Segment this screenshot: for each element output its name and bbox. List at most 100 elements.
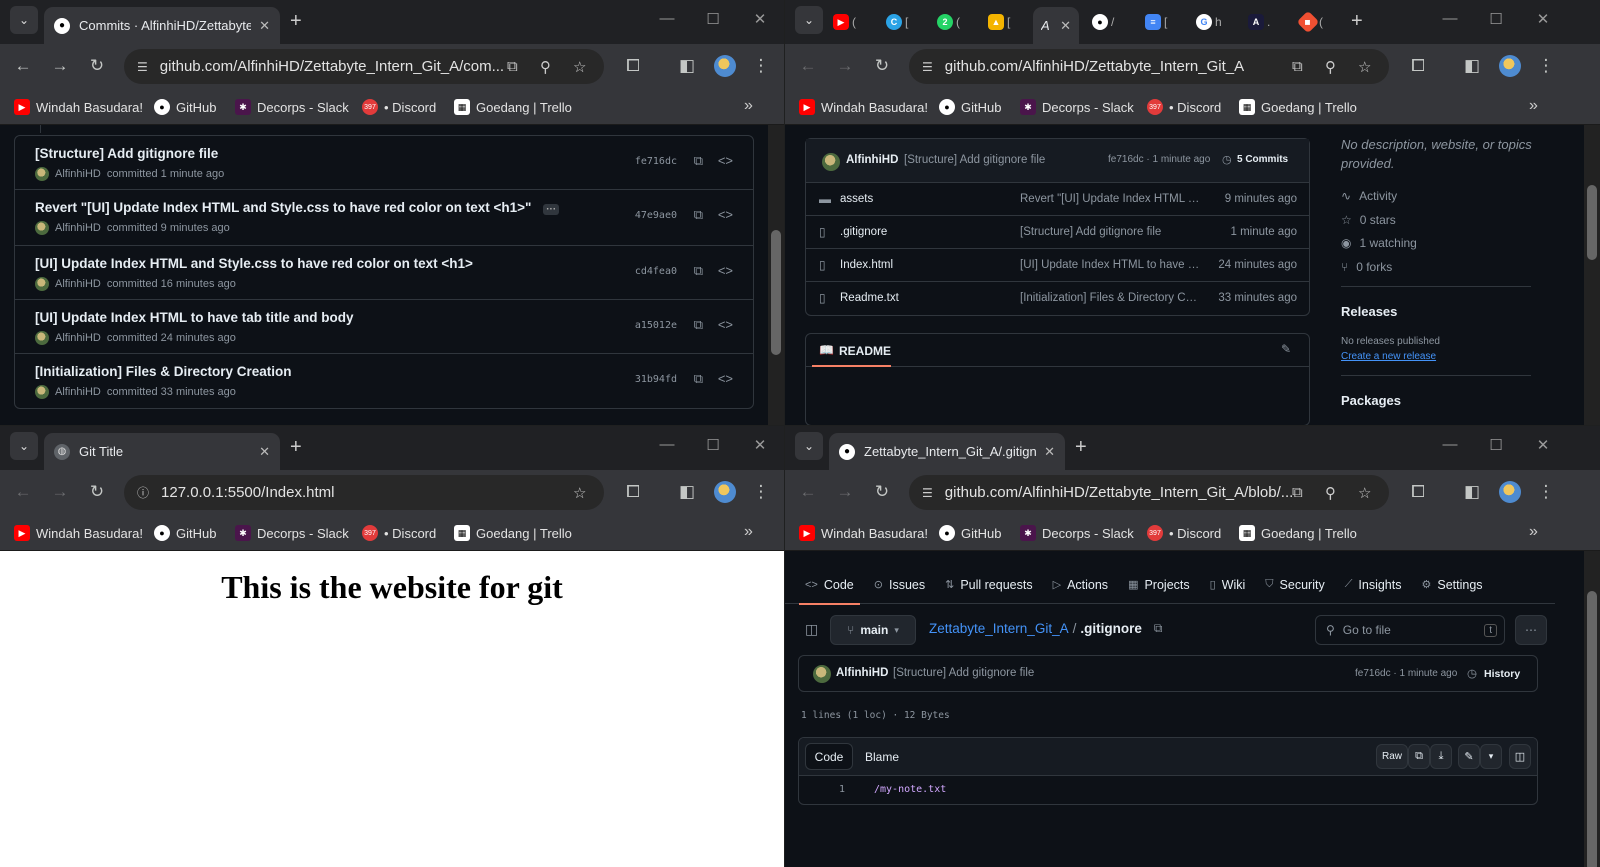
browse-code-icon[interactable]: <> <box>718 153 733 168</box>
reload-icon[interactable]: ↻ <box>86 56 108 76</box>
file-commit-message[interactable]: [UI] Update Index HTML to have tab title… <box>1020 259 1200 271</box>
scrollbar-thumb[interactable] <box>1587 185 1597 260</box>
address-bar[interactable]: ☰ github.com/AlfinhiHD/Zettabyte_Intern_… <box>124 49 604 84</box>
tab-search-button[interactable]: ⌄ <box>795 432 823 460</box>
edit-icon[interactable]: ✎ <box>1458 744 1480 769</box>
file-name[interactable]: .gitignore <box>840 226 887 238</box>
bookmark-slack[interactable]: ✱ Decorps - Slack <box>1020 99 1134 115</box>
bookmark-star-icon[interactable]: ☆ <box>1358 484 1371 502</box>
download-icon[interactable]: ⤓ <box>1430 744 1452 769</box>
nav-code[interactable]: <> Code <box>799 566 860 605</box>
scrollbar-thumb[interactable] <box>771 230 781 355</box>
sidebar-toggle-icon[interactable]: ◫ <box>805 621 818 638</box>
minimize-button[interactable]: — <box>1440 436 1460 453</box>
scrollbar[interactable] <box>1584 551 1600 867</box>
close-tab-icon[interactable]: ✕ <box>1060 18 1071 34</box>
tab-repo[interactable]: A ✕ <box>1033 7 1079 44</box>
stat-watching[interactable]: ◉ 1 watching <box>1341 236 1417 250</box>
file-row[interactable]: ▯ Readme.txt [Initialization] Files & Dire… <box>806 282 1309 315</box>
bookmark-trello[interactable]: ▦ Goedang | Trello <box>454 525 572 541</box>
more-bookmarks-icon[interactable]: » <box>1529 97 1538 115</box>
back-icon[interactable]: ← <box>12 482 34 502</box>
latest-commit-meta[interactable]: fe716dc · 1 minute ago <box>1108 154 1210 165</box>
site-info-icon[interactable]: ☰ <box>137 60 148 74</box>
tab-search-button[interactable]: ⌄ <box>795 6 823 34</box>
nav-security[interactable]: ⛉ Security <box>1265 566 1324 604</box>
copy-icon[interactable]: ⧉ <box>694 207 703 223</box>
latest-commit-author[interactable]: AlfinhiHD <box>846 154 898 166</box>
stat-stars[interactable]: ☆ 0 stars <box>1341 213 1396 227</box>
bookmark-trello[interactable]: ▦ Goedang | Trello <box>454 99 572 115</box>
nav-issues[interactable]: ⊙ Issues <box>874 566 925 604</box>
stat-activity[interactable]: ∿ Activity <box>1341 189 1397 203</box>
commit-row[interactable]: Revert "[UI] Update Index HTML and Style… <box>15 190 753 246</box>
commit-author[interactable]: AlfinhiHD <box>55 332 101 344</box>
commit-row[interactable]: [UI] Update Index HTML and Style.css to … <box>15 246 753 300</box>
commit-sha[interactable]: cd4fea0 <box>635 266 677 277</box>
commit-sha[interactable]: 47e9ae0 <box>635 210 677 221</box>
back-icon[interactable]: ← <box>797 482 819 502</box>
extensions-icon[interactable]: ⧠ <box>622 482 644 502</box>
copy-icon[interactable]: ⧉ <box>694 263 703 279</box>
commit-sha[interactable]: a15012e <box>635 320 677 331</box>
copy-path-icon[interactable]: ⧉ <box>1154 621 1163 636</box>
forward-icon[interactable]: → <box>834 482 856 502</box>
profile-avatar[interactable] <box>714 55 736 77</box>
file-row[interactable]: ▬ assets Revert "[UI] Update Index HTML an… <box>806 183 1309 216</box>
reload-icon[interactable]: ↻ <box>86 482 108 502</box>
nav-pull-requests[interactable]: ⇅ Pull requests <box>945 566 1032 604</box>
install-icon[interactable]: ⧉ <box>1292 58 1303 75</box>
side-panel-icon[interactable]: ◧ <box>676 482 698 502</box>
history-link[interactable]: History <box>1484 668 1520 680</box>
expand-message-button[interactable]: ··· <box>543 204 560 215</box>
scrollbar[interactable] <box>1584 125 1600 425</box>
copy-icon[interactable]: ⧉ <box>694 317 703 333</box>
more-options-button[interactable]: ⋯ <box>1515 615 1547 645</box>
more-bookmarks-icon[interactable]: » <box>744 97 753 115</box>
breadcrumb-repo[interactable]: Zettabyte_Intern_Git_A <box>929 621 1069 636</box>
address-bar[interactable]: ⓘ 127.0.0.1:5500/Index.html ☆ <box>124 475 604 510</box>
maximize-button[interactable]: ☐ <box>703 10 723 28</box>
zoom-icon[interactable]: ⚲ <box>1325 58 1336 76</box>
commit-author[interactable]: AlfinhiHD <box>55 386 101 398</box>
address-bar[interactable]: ☰ github.com/AlfinhiHD/Zettabyte_Intern_… <box>909 49 1389 84</box>
edit-icon[interactable]: ✎ <box>1281 342 1291 356</box>
bookmark-discord[interactable]: 397 • Discord <box>362 525 436 541</box>
scrollbar-thumb[interactable] <box>1587 591 1597 867</box>
tab-google[interactable]: Gh <box>1196 9 1222 35</box>
install-icon[interactable]: ⧉ <box>507 58 518 75</box>
bookmark-discord[interactable]: 397 • Discord <box>1147 99 1221 115</box>
bookmark-youtube[interactable]: ▶ Windah Basudara! <box>14 99 143 115</box>
minimize-button[interactable]: — <box>657 10 677 27</box>
tab-git[interactable]: ◆( <box>1296 9 1323 35</box>
file-name[interactable]: assets <box>840 193 873 205</box>
file-commit-message[interactable]: [Structure] Add gitignore file <box>1020 226 1200 238</box>
symbols-panel-icon[interactable]: ◫ <box>1509 744 1531 769</box>
menu-icon[interactable]: ⋮ <box>1535 56 1557 76</box>
nav-insights[interactable]: ⟋ Insights <box>1345 566 1402 604</box>
commit-sha[interactable]: 31b94fd <box>635 374 677 385</box>
tab-gitignore[interactable]: ● Zettabyte_Intern_Git_A/.gitignore ✕ <box>829 433 1065 470</box>
menu-icon[interactable]: ⋮ <box>750 56 772 76</box>
extensions-icon[interactable]: ⧠ <box>1407 482 1429 502</box>
browse-code-icon[interactable]: <> <box>718 207 733 222</box>
zoom-icon[interactable]: ⚲ <box>1325 484 1336 502</box>
bookmark-github[interactable]: ● GitHub <box>939 525 1001 541</box>
packages-heading[interactable]: Packages <box>1341 393 1401 408</box>
close-tab-icon[interactable]: ✕ <box>259 444 270 460</box>
releases-heading[interactable]: Releases <box>1341 304 1397 319</box>
minimize-button[interactable]: — <box>1440 10 1460 27</box>
close-window-button[interactable]: ✕ <box>750 10 770 28</box>
commit-row[interactable]: [Initialization] Files & Directory Creat… <box>15 354 753 408</box>
tab-canva[interactable]: C[ <box>886 9 908 35</box>
file-row[interactable]: ▯ .gitignore [Structure] Add gitignore fil… <box>806 216 1309 249</box>
commits-link[interactable]: 5 Commits <box>1237 154 1288 165</box>
bookmark-trello[interactable]: ▦ Goedang | Trello <box>1239 99 1357 115</box>
copy-icon[interactable]: ⧉ <box>694 153 703 169</box>
close-tab-icon[interactable]: ✕ <box>1044 444 1055 460</box>
forward-icon[interactable]: → <box>49 56 71 76</box>
new-tab-button[interactable]: + <box>1075 436 1087 459</box>
minimize-button[interactable]: — <box>657 436 677 453</box>
tab-whatsapp[interactable]: 2( <box>937 9 960 35</box>
tab-docs[interactable]: ≡[ <box>1145 9 1167 35</box>
